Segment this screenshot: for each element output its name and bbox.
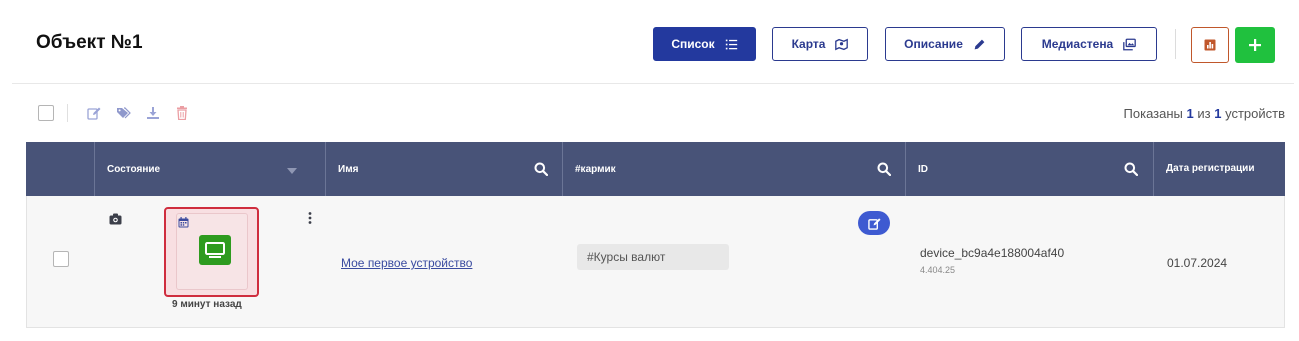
table-header: Состояние Имя #кармик ID Дата регистраци… bbox=[26, 142, 1285, 196]
column-state-label: Состояние bbox=[107, 163, 161, 175]
pencil-icon bbox=[974, 39, 985, 49]
list-view-button[interactable]: Список bbox=[653, 27, 756, 61]
bulk-download-button[interactable] bbox=[145, 105, 161, 121]
map-view-button[interactable]: Карта bbox=[772, 27, 868, 61]
tag-search-icon[interactable] bbox=[877, 162, 891, 176]
calendar-icon[interactable] bbox=[178, 217, 189, 228]
device-version: 4.404.25 bbox=[920, 265, 956, 275]
shown-suffix: устройств bbox=[1225, 106, 1285, 121]
download-icon bbox=[147, 107, 159, 119]
report-button[interactable] bbox=[1191, 27, 1229, 63]
device-status-indicator bbox=[199, 235, 231, 265]
edit-icon bbox=[87, 107, 101, 120]
mediawall-view-button[interactable]: Медиастена bbox=[1021, 27, 1157, 61]
bulk-edit-button[interactable] bbox=[86, 105, 102, 121]
device-name-link[interactable]: Мое первое устройство bbox=[341, 256, 472, 270]
header-divider bbox=[1175, 29, 1176, 59]
column-header-tag[interactable]: #кармик bbox=[563, 142, 905, 196]
monitor-icon bbox=[205, 241, 225, 258]
edit-tag-button[interactable] bbox=[858, 211, 890, 235]
row-select-checkbox[interactable] bbox=[53, 251, 69, 267]
camera-icon[interactable] bbox=[109, 213, 122, 225]
devices-page: Объект №1 Список Карта Описание Медиасте… bbox=[0, 0, 1299, 341]
tag-chip[interactable]: #Курсы валют bbox=[577, 244, 729, 270]
bulk-tag-button[interactable] bbox=[115, 105, 131, 121]
map-icon bbox=[835, 38, 849, 50]
shown-count: 1 bbox=[1186, 106, 1194, 121]
registration-date: 01.07.2024 bbox=[1167, 256, 1228, 270]
column-header-id[interactable]: ID bbox=[906, 142, 1152, 196]
more-options-icon[interactable] bbox=[306, 211, 314, 225]
column-reg-date-label: Дата регистрации bbox=[1166, 163, 1255, 174]
mediawall-button-label: Медиастена bbox=[1041, 37, 1114, 51]
images-icon bbox=[1123, 38, 1137, 50]
bulk-delete-button[interactable] bbox=[174, 105, 190, 121]
column-name-label: Имя bbox=[338, 163, 359, 175]
device-id: device_bc9a4e188004af40 bbox=[920, 246, 1065, 260]
page-title: Объект №1 bbox=[36, 32, 143, 53]
add-device-button[interactable] bbox=[1235, 27, 1275, 63]
state-filter-dropdown-icon[interactable] bbox=[285, 164, 299, 178]
select-all-checkbox[interactable] bbox=[38, 105, 54, 121]
description-view-button[interactable]: Описание bbox=[885, 27, 1005, 61]
shown-total: 1 bbox=[1214, 106, 1222, 121]
shown-count-text: Показаны 1 из 1 устройств bbox=[1124, 106, 1285, 121]
shown-prefix: Показаны bbox=[1123, 106, 1183, 121]
name-search-icon[interactable] bbox=[534, 162, 548, 176]
id-search-icon[interactable] bbox=[1124, 162, 1138, 176]
list-ordered-icon bbox=[725, 39, 737, 49]
toolbar-divider bbox=[67, 104, 68, 122]
report-chart-icon bbox=[1204, 39, 1216, 51]
column-header-reg-date[interactable]: Дата регистрации bbox=[1154, 142, 1264, 196]
header-divider-line bbox=[12, 83, 1294, 84]
description-button-label: Описание bbox=[904, 37, 963, 51]
column-id-label: ID bbox=[918, 163, 928, 175]
column-tag-label: #кармик bbox=[575, 163, 616, 175]
tags-icon bbox=[116, 107, 131, 119]
plus-icon bbox=[1249, 39, 1261, 51]
edit-icon bbox=[867, 217, 881, 230]
list-button-label: Список bbox=[671, 37, 715, 51]
shown-mid: из bbox=[1197, 106, 1211, 121]
last-seen-time: 9 минут назад bbox=[172, 299, 242, 310]
trash-icon bbox=[177, 106, 187, 120]
column-header-name[interactable]: Имя bbox=[326, 142, 562, 196]
map-button-label: Карта bbox=[791, 37, 826, 51]
